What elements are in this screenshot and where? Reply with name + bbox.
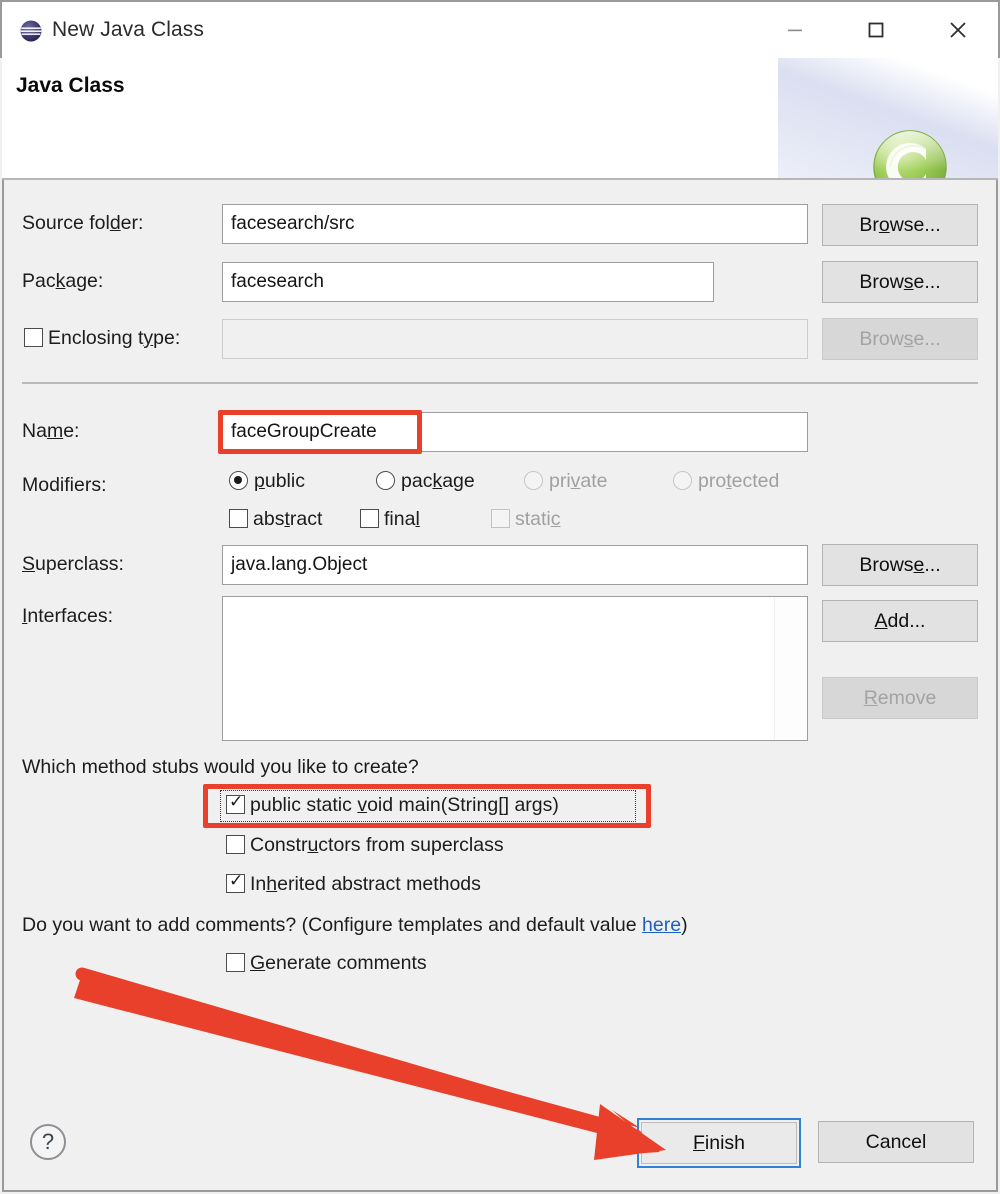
interfaces-listbox[interactable] (222, 596, 808, 741)
comments-question: Do you want to add comments? (Configure … (22, 914, 688, 936)
modifier-label-final: final (384, 508, 420, 530)
help-button[interactable]: ? (30, 1124, 66, 1160)
source-folder-input[interactable]: facesearch/src (222, 204, 808, 244)
title-bar: New Java Class (0, 0, 1000, 58)
modifier-label-private: private (549, 470, 608, 492)
source-folder-browse-button[interactable]: Br o wse... (822, 204, 978, 246)
maximize-button[interactable] (845, 2, 907, 58)
cancel-button[interactable]: Cancel (818, 1121, 974, 1163)
modifier-label-package: package (401, 470, 475, 492)
close-button[interactable] (927, 2, 989, 58)
wizard-banner: Java Class Type name is discouraged. By … (2, 58, 998, 178)
window-title: New Java Class (52, 18, 204, 41)
page-title: Java Class (16, 74, 125, 97)
modifier-label-public: public (254, 470, 305, 492)
enclosing-type-input (222, 319, 808, 359)
modifier-label-protected: protected (698, 470, 780, 492)
check-mark-icon: ✓ (229, 871, 244, 890)
enclosing-type-checkbox[interactable] (24, 328, 43, 347)
modifiers-label: Modifiers: (22, 474, 107, 496)
interfaces-label: Interfaces: (22, 605, 114, 627)
method-stubs-question: Which method stubs would you like to cre… (22, 756, 419, 778)
stub-checkbox-main[interactable]: ✓ (226, 792, 245, 814)
enclosing-type-label: Enclosing type: (48, 327, 181, 349)
superclass-browse-button[interactable]: Brows e... (822, 544, 978, 586)
interfaces-add-button[interactable]: Add... (822, 600, 978, 642)
package-input[interactable]: facesearch (222, 262, 714, 302)
check-mark-icon: ✓ (229, 792, 244, 811)
modifier-radio-public[interactable] (229, 471, 248, 490)
new-java-class-dialog: New Java Class Java Class Type name is (0, 0, 1000, 1194)
green-c-class-icon (873, 130, 947, 178)
minimize-button[interactable] (764, 2, 826, 58)
modifier-radio-private (524, 471, 543, 490)
interfaces-scroll-track[interactable] (774, 597, 807, 740)
generate-comments-checkbox[interactable] (226, 953, 245, 972)
section-divider-1 (22, 382, 978, 384)
modifier-checkbox-final[interactable] (360, 509, 379, 528)
modifier-radio-package[interactable] (376, 471, 395, 490)
modifier-radio-protected (673, 471, 692, 490)
configure-templates-link[interactable]: here (642, 914, 681, 936)
name-label: Name: (22, 420, 80, 442)
superclass-label: Superclass: (22, 553, 124, 575)
stub-checkbox-constructors[interactable] (226, 835, 245, 854)
superclass-input[interactable]: java.lang.Object (222, 545, 808, 585)
maximize-icon (845, 2, 907, 58)
finish-button[interactable]: Finish (641, 1122, 797, 1164)
generate-comments-label: Generate comments (250, 952, 427, 974)
class-name-input[interactable]: faceGroupCreate (222, 412, 808, 452)
modifier-label-static: static (515, 508, 561, 530)
package-browse-button[interactable]: Brow s e... (822, 261, 978, 303)
modifier-label-abstract: abstract (253, 508, 323, 530)
modifier-checkbox-abstract[interactable] (229, 509, 248, 528)
eclipse-sphere-icon (20, 20, 42, 42)
enclosing-type-browse-button: Brow s e... (822, 318, 978, 360)
minimize-icon (764, 2, 826, 58)
modifier-checkbox-static (491, 509, 510, 528)
interfaces-remove-button: Remove (822, 677, 978, 719)
close-icon (927, 2, 989, 58)
stub-label-main: public static void main(String[] args) (250, 794, 559, 816)
stub-label-inherited: Inherited abstract methods (250, 873, 481, 895)
stub-label-constructors: Constructors from superclass (250, 834, 504, 856)
question-mark-icon: ? (41, 1129, 55, 1154)
dialog-body: Source folder: facesearch/src Br o wse... … (2, 180, 998, 1083)
stub-checkbox-inherited[interactable]: ✓ (226, 871, 245, 893)
source-folder-label: Source folder: (22, 212, 144, 234)
package-label: Package: (22, 270, 104, 292)
